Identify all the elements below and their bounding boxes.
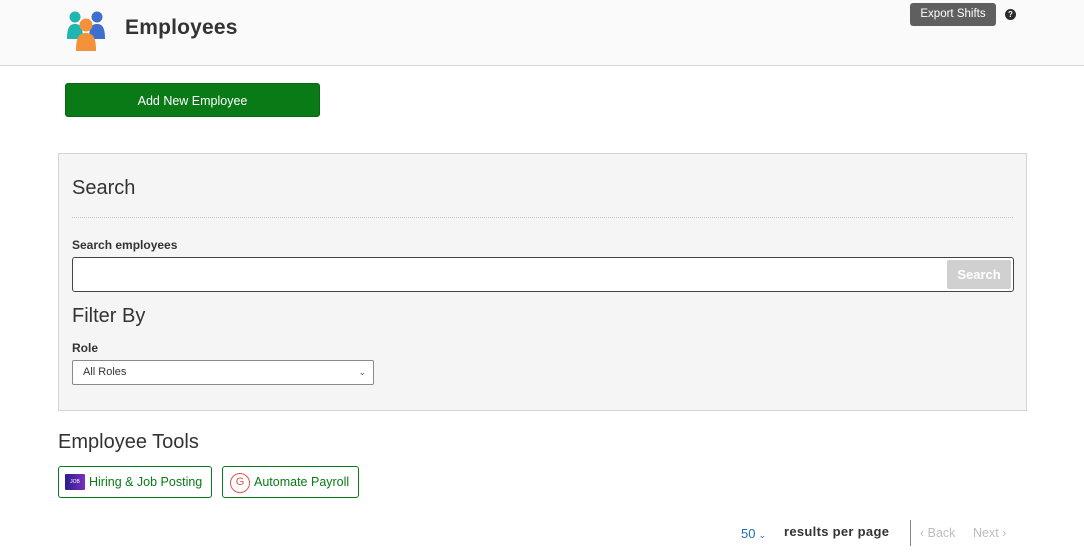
top-header: Employees Export Shifts ? <box>0 0 1084 66</box>
automate-payroll-label: Automate Payroll <box>254 475 350 489</box>
page-title: Employees <box>125 16 238 39</box>
role-select[interactable]: All Roles ⌄ <box>72 360 374 385</box>
dotted-divider <box>72 217 1013 218</box>
next-page-button[interactable]: Next › <box>973 526 1006 540</box>
export-shifts-button[interactable]: Export Shifts <box>910 3 996 26</box>
hiring-job-posting-label: Hiring & Job Posting <box>89 475 203 489</box>
results-per-page-label: results per page <box>784 524 890 539</box>
hiring-job-posting-button[interactable]: JOB Hiring & Job Posting <box>58 466 212 498</box>
role-selected-value: All Roles <box>83 366 127 378</box>
search-button[interactable]: Search <box>947 260 1011 289</box>
job-board-logo-icon: JOB <box>65 474 85 490</box>
role-label: Role <box>72 341 99 355</box>
filter-by-heading: Filter By <box>72 305 146 327</box>
search-input[interactable] <box>73 258 943 291</box>
search-panel: Search Search employees Search Filter By… <box>58 153 1027 411</box>
chevron-right-icon: › <box>998 526 1007 540</box>
back-page-button[interactable]: ‹ Back <box>920 526 955 540</box>
question-mark-icon[interactable]: ? <box>1005 9 1016 20</box>
payroll-g-icon: G <box>230 473 250 493</box>
add-employee-button[interactable]: Add New Employee <box>65 83 320 117</box>
search-heading: Search <box>72 177 136 199</box>
automate-payroll-button[interactable]: G Automate Payroll <box>222 466 359 498</box>
search-employees-label: Search employees <box>72 238 178 252</box>
chevron-left-icon: ‹ <box>920 526 928 540</box>
chevron-down-icon: ⌄ <box>758 530 767 540</box>
next-label: Next <box>973 526 999 540</box>
people-group-icon <box>67 11 105 51</box>
results-per-page-select[interactable]: 50 ⌄ <box>741 526 766 541</box>
pagination-divider <box>910 520 911 546</box>
back-label: Back <box>927 526 956 540</box>
employee-tools-heading: Employee Tools <box>58 431 199 453</box>
search-field-wrapper: Search <box>72 257 1014 292</box>
per-page-value: 50 <box>741 526 756 541</box>
chevron-down-icon: ⌄ <box>358 367 366 377</box>
